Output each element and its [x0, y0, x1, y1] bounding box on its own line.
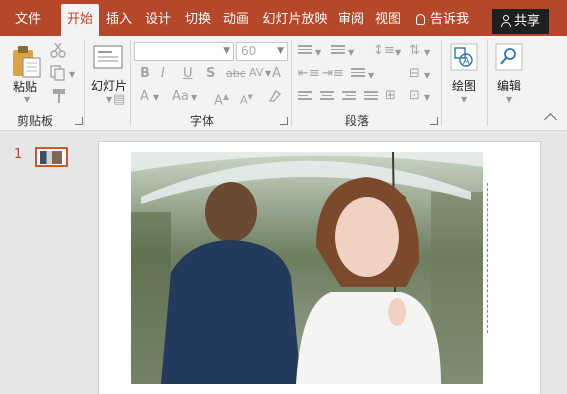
find-icon[interactable] [495, 43, 523, 71]
share-button[interactable]: 共享 [492, 9, 549, 34]
font-group-label: 字体 [190, 114, 215, 128]
text-direction-icon[interactable]: ⇅ [409, 43, 420, 59]
strikethrough-button[interactable]: abc [226, 66, 246, 82]
thumbnail-image [40, 151, 62, 164]
copy-dropdown-icon[interactable]: ▼ [69, 70, 75, 79]
paragraph-launcher-icon[interactable] [430, 117, 438, 125]
align-left-icon[interactable] [298, 91, 312, 103]
drawing-label[interactable]: 绘图 [452, 77, 476, 94]
selection-border [487, 183, 489, 333]
paragraph-group-label: 段落 [345, 114, 370, 128]
decrease-indent-icon[interactable]: ⇤≡ [298, 66, 320, 82]
new-slide-icon[interactable] [92, 44, 126, 72]
format-painter-icon[interactable] [51, 88, 67, 104]
chevron-down-icon[interactable]: ▼ [191, 93, 197, 102]
line-spacing-icon[interactable]: ↕≡ [373, 43, 395, 59]
increase-font-icon[interactable]: A▲ [214, 89, 229, 109]
change-case-icon[interactable]: Aa [172, 89, 189, 105]
tab-review[interactable]: 审阅 [335, 4, 367, 36]
section-icon[interactable]: ▤ [113, 92, 125, 107]
justify-icon[interactable] [364, 91, 378, 103]
clear-formatting-icon[interactable] [268, 89, 282, 103]
character-spacing-button[interactable]: AV [249, 65, 263, 81]
tab-transitions[interactable]: 切换 [181, 4, 215, 36]
group-divider [487, 40, 488, 126]
underline-button[interactable]: U [183, 66, 193, 82]
chevron-down-icon[interactable]: ▼ [424, 71, 430, 80]
tab-file[interactable]: 文件 [8, 4, 48, 36]
lightbulb-icon [416, 14, 425, 25]
new-slide-dropdown-icon[interactable]: ▼ [106, 95, 112, 104]
font-name-select[interactable]: ▼ [134, 42, 234, 61]
add-person-icon [500, 15, 511, 27]
chevron-down-icon[interactable]: ▼ [368, 71, 374, 80]
increase-indent-icon[interactable]: ⇥≡ [322, 66, 344, 82]
copy-icon[interactable] [50, 65, 68, 81]
chevron-down-icon[interactable]: ▼ [265, 69, 271, 78]
columns-icon[interactable] [351, 68, 365, 80]
editing-dropdown-icon[interactable]: ▼ [506, 95, 512, 104]
tab-home[interactable]: 开始 [61, 4, 99, 36]
editing-label[interactable]: 编辑 [497, 77, 521, 94]
tab-insert[interactable]: 插入 [103, 4, 135, 36]
tab-animations[interactable]: 动画 [219, 4, 253, 36]
bold-button[interactable]: B [140, 66, 150, 82]
svg-text:A: A [463, 56, 470, 67]
paste-dropdown-icon[interactable]: ▼ [24, 95, 30, 104]
chevron-down-icon: ▼ [223, 46, 230, 56]
clipboard-launcher-icon[interactable] [75, 117, 83, 125]
font-color-extra-icon[interactable]: A [272, 66, 281, 82]
font-launcher-icon[interactable] [280, 117, 288, 125]
font-size-select[interactable]: 60 ▼ [236, 42, 288, 61]
slide-thumbnail[interactable] [35, 147, 68, 167]
align-right-icon[interactable] [342, 91, 356, 103]
slide-thumbnail-pane [0, 131, 88, 394]
paste-icon[interactable] [11, 44, 43, 78]
tell-me-search[interactable]: 告诉我 [416, 4, 469, 36]
chevron-down-icon: ▼ [277, 46, 284, 56]
bullets-icon[interactable] [298, 45, 312, 57]
group-divider [130, 40, 131, 126]
smartart-icon[interactable]: ⊡ [409, 88, 420, 104]
shadow-button[interactable]: S [206, 66, 215, 82]
slide-photo[interactable] [131, 152, 483, 384]
drawing-dropdown-icon[interactable]: ▼ [461, 95, 467, 104]
chevron-down-icon[interactable]: ▼ [153, 93, 159, 102]
clipboard-group-label: 剪贴板 [17, 114, 54, 128]
group-divider [291, 40, 292, 126]
font-color-icon[interactable]: A [140, 89, 149, 105]
chevron-down-icon[interactable]: ▼ [315, 48, 321, 57]
paste-label[interactable]: 粘贴 [13, 78, 37, 95]
chevron-down-icon[interactable]: ▼ [424, 48, 430, 57]
chevron-down-icon[interactable]: ▼ [424, 93, 430, 102]
tab-slideshow[interactable]: 幻灯片放映 [258, 4, 332, 36]
slide-number: 1 [14, 147, 23, 162]
italic-button[interactable]: I [161, 66, 165, 82]
group-divider [441, 40, 442, 126]
numbering-icon[interactable] [331, 45, 345, 57]
ribbon-tab-bar: 文件 开始 插入 设计 切换 动画 幻灯片放映 审阅 视图 告诉我 共享 [0, 0, 567, 36]
chevron-down-icon[interactable]: ▼ [348, 48, 354, 57]
tab-view[interactable]: 视图 [372, 4, 404, 36]
align-text-icon[interactable]: ⊟ [409, 66, 420, 82]
drawing-shapes-icon[interactable]: A [450, 43, 478, 71]
chevron-down-icon[interactable]: ▼ [395, 48, 401, 57]
share-label: 共享 [513, 14, 540, 29]
group-divider [84, 40, 85, 126]
decrease-font-icon[interactable]: A▼ [240, 89, 253, 109]
distributed-icon[interactable]: ⊞ [385, 88, 396, 104]
tab-design[interactable]: 设计 [141, 4, 175, 36]
align-center-icon[interactable] [320, 91, 334, 103]
photo-illustration [131, 152, 483, 384]
tell-me-label: 告诉我 [430, 12, 470, 27]
font-size-value: 60 [241, 44, 257, 58]
cut-icon[interactable] [50, 42, 66, 58]
